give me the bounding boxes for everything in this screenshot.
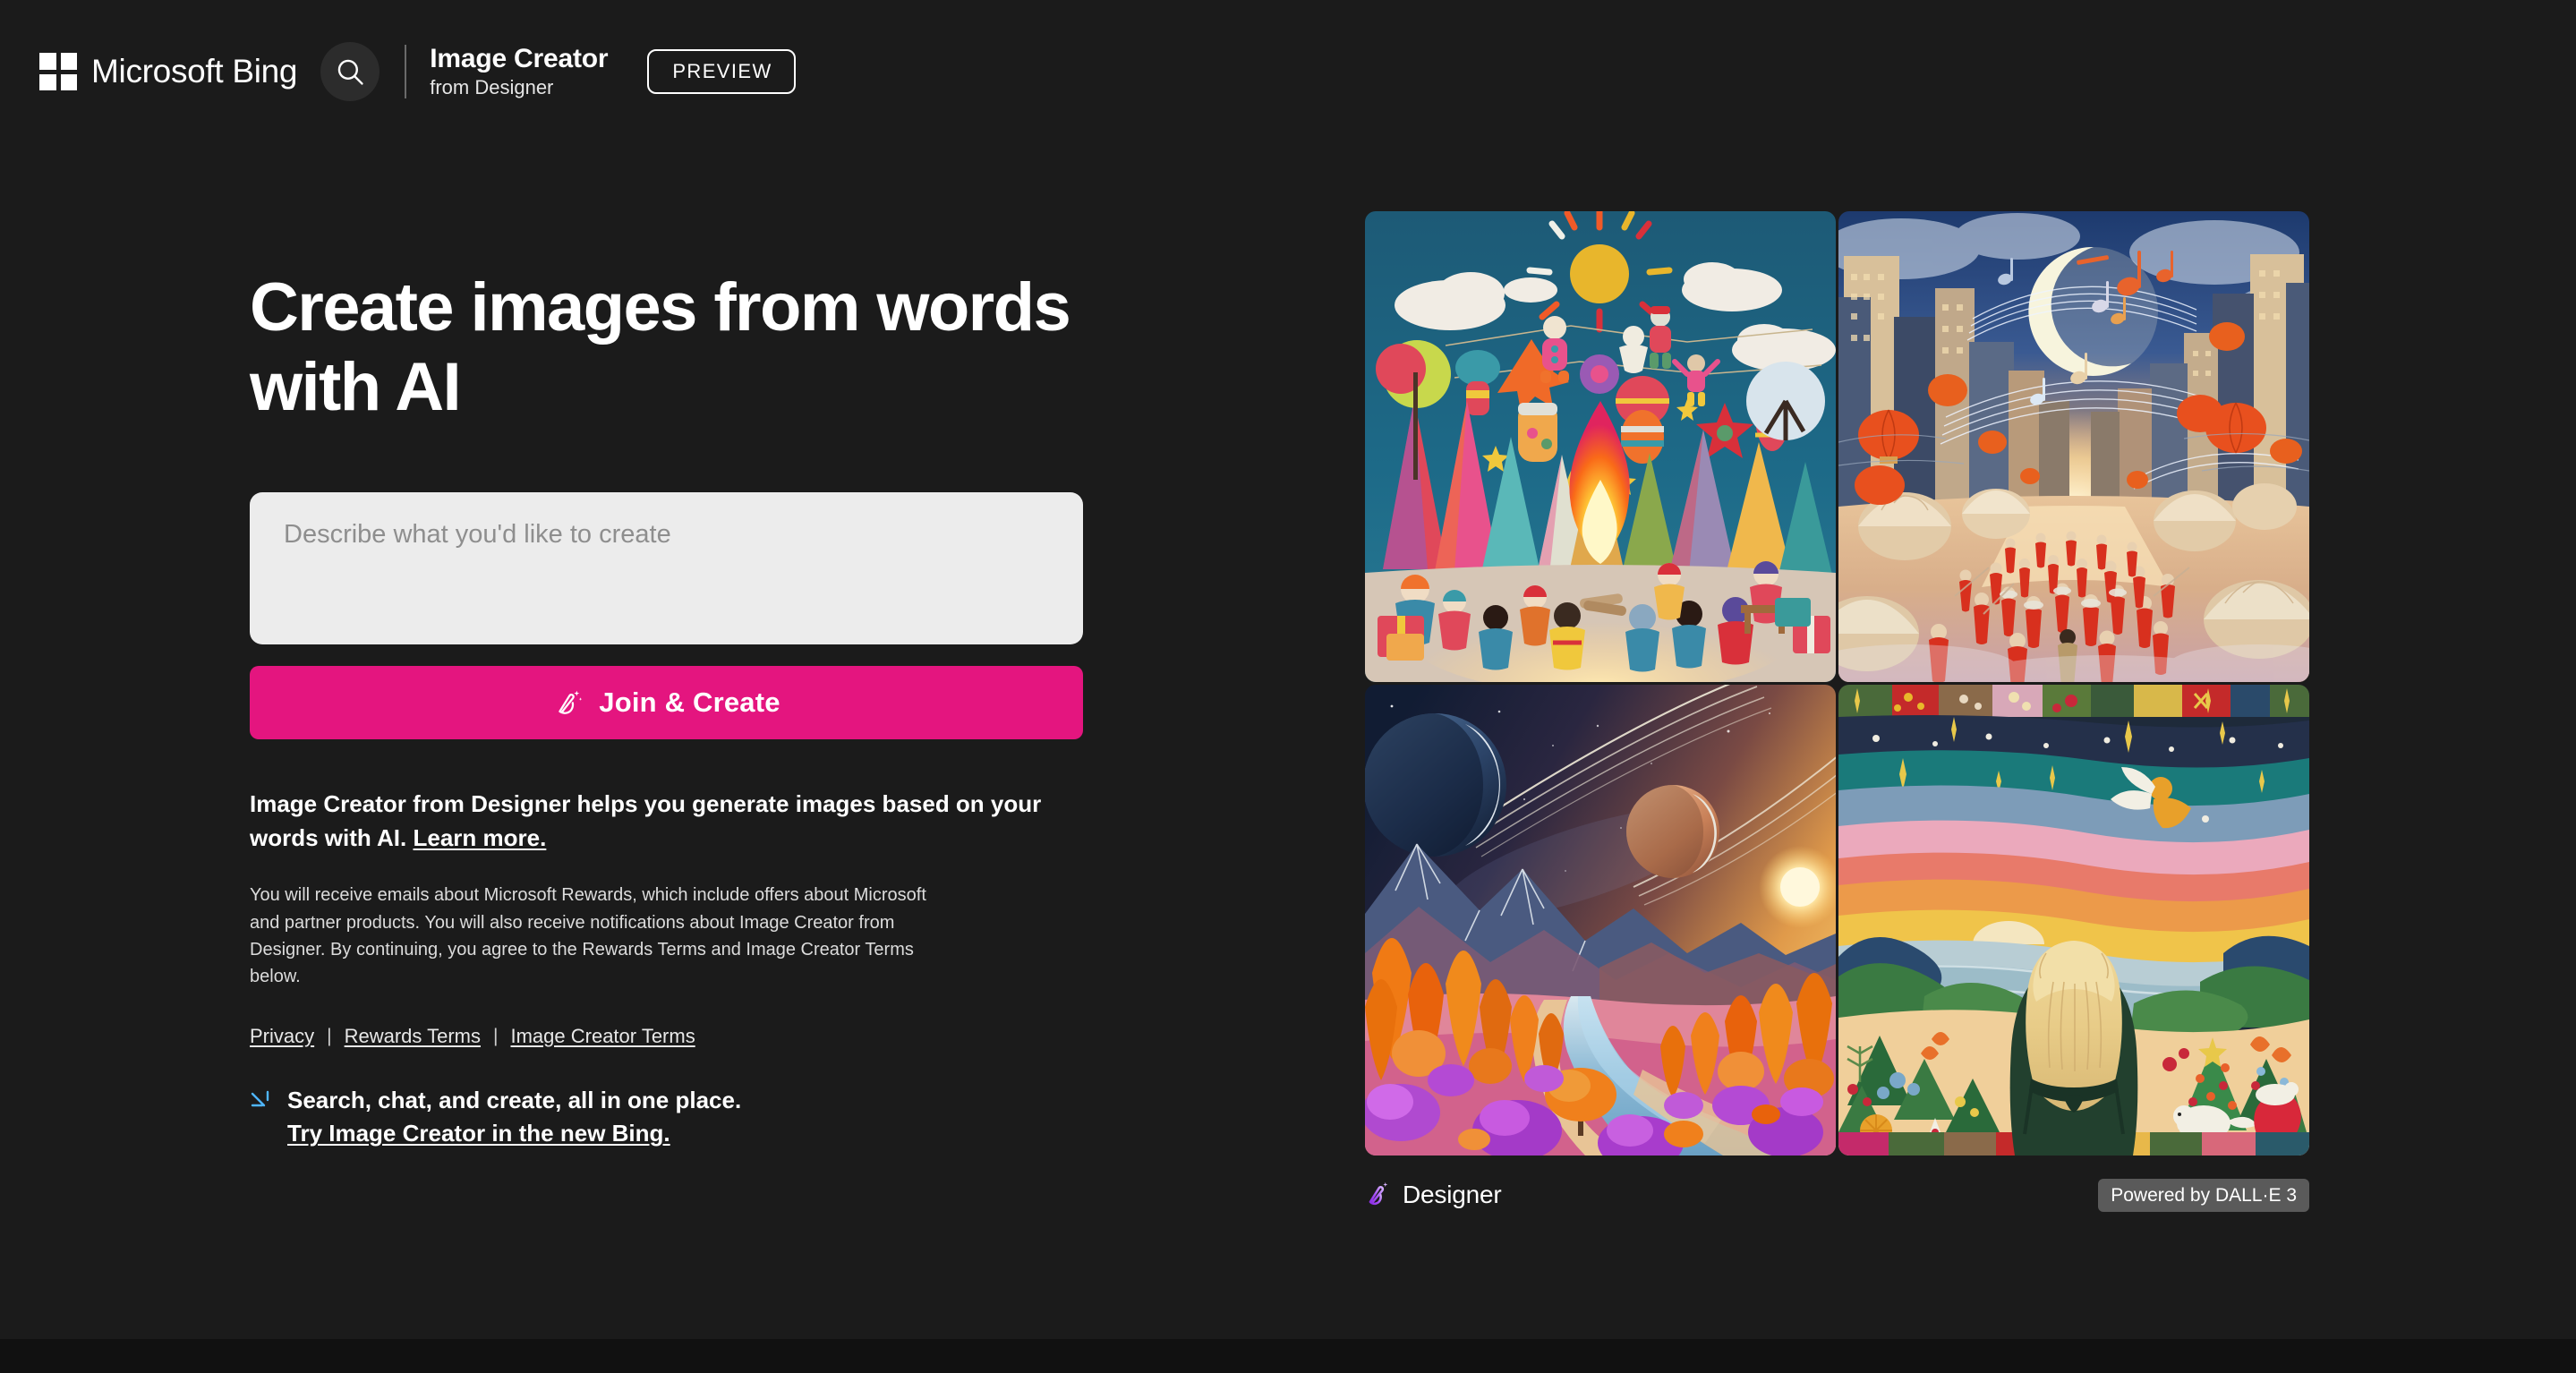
search-button[interactable] (320, 42, 380, 101)
preview-badge[interactable]: PREVIEW (647, 49, 796, 94)
legal-disclaimer: You will receive emails about Microsoft … (250, 885, 926, 987)
site-header: Microsoft Bing Image Creator from Design… (0, 0, 2576, 143)
learn-more-link[interactable]: Learn more. (414, 824, 547, 851)
join-and-create-label: Join & Create (599, 686, 780, 718)
page-title: Image Creator (430, 44, 609, 73)
prompt-input[interactable] (250, 491, 1083, 644)
felt-bonfire-forest-scene-image (1365, 211, 1836, 682)
product-blurb: Image Creator from Designer helps you ge… (250, 788, 1055, 855)
designer-label: Designer (1403, 1181, 1502, 1208)
link-separator: | (493, 1025, 499, 1046)
link-separator: | (327, 1025, 332, 1046)
search-icon (337, 59, 363, 85)
join-and-create-button[interactable]: Join & Create (250, 665, 1083, 739)
gallery-footer: Designer Powered by DALL·E 3 (1365, 1175, 2309, 1215)
sample-gallery-grid (1365, 211, 2309, 1156)
felt-woman-sunset-landscape-image (1838, 685, 2309, 1156)
bing-chat-sparkle-icon (251, 1090, 269, 1106)
page-bottom-strip (0, 1339, 2576, 1373)
promo-headline: Search, chat, and create, all in one pla… (287, 1086, 742, 1113)
gallery-tile-felt-bonfire-forest-scene[interactable] (1365, 211, 1836, 682)
bing-chat-promo-text: Search, chat, and create, all in one pla… (287, 1084, 741, 1151)
footer-links: Privacy | Rewards Terms | Image Creator … (250, 1025, 1109, 1048)
gallery-tile-moonlit-city-lantern-parade[interactable] (1838, 211, 2309, 682)
product-subtitle: from Designer (430, 76, 554, 98)
gallery-tile-felt-woman-sunset-landscape[interactable] (1838, 685, 2309, 1156)
rewards-terms-link[interactable]: Rewards Terms (345, 1025, 481, 1048)
gallery-tile-alien-valley-twin-moons[interactable] (1365, 685, 1836, 1156)
bing-chat-promo: Search, chat, and create, all in one pla… (250, 1084, 1109, 1151)
hero-title: Create images from words with AI (250, 269, 1071, 425)
brand-wordmark: Microsoft Bing (91, 53, 298, 90)
moonlit-city-lantern-parade-image (1838, 211, 2309, 682)
privacy-link[interactable]: Privacy (250, 1025, 314, 1048)
microsoft-bing-logo[interactable]: Microsoft Bing (39, 50, 298, 93)
designer-wand-icon (1369, 1181, 1388, 1206)
page-root: Microsoft Bing Image Creator from Design… (0, 0, 2576, 1339)
try-image-creator-link[interactable]: Try Image Creator in the new Bing. (287, 1120, 670, 1147)
hero-column: Create images from words with AI Join & … (250, 269, 1109, 1151)
product-identity: Image Creator from Designer (430, 44, 608, 99)
powered-by-badge: Powered by DALL·E 3 (2098, 1178, 2309, 1212)
alien-valley-twin-moons-image (1365, 685, 1836, 1156)
magic-brush-icon (559, 690, 583, 714)
blurb-text: Image Creator from Designer helps you ge… (250, 789, 1042, 851)
image-creator-terms-link[interactable]: Image Creator Terms (510, 1025, 695, 1048)
sample-gallery: Designer Powered by DALL·E 3 (1365, 211, 2309, 1215)
header-divider (405, 45, 407, 98)
microsoft-squares-icon (39, 53, 77, 90)
designer-branding[interactable]: Designer (1365, 1180, 1502, 1210)
